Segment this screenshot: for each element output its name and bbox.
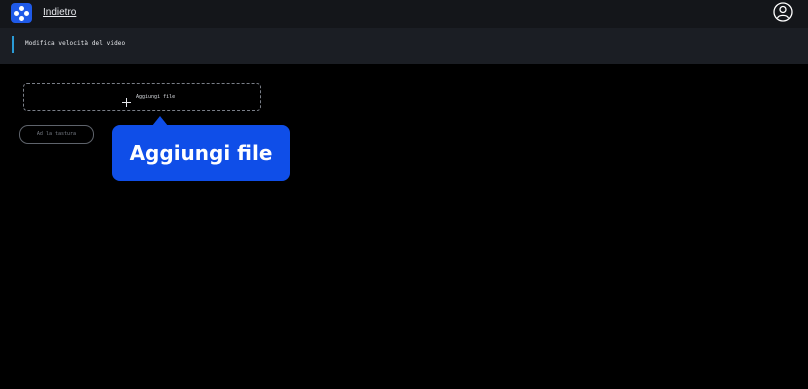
add-file-tooltip: Aggiungi file (112, 125, 290, 181)
page-header: Modifica velocità del video (0, 28, 808, 64)
secondary-button[interactable]: Ad la tastura (19, 125, 94, 144)
plus-icon (122, 92, 131, 107)
back-link[interactable]: Indietro (43, 7, 76, 18)
tooltip-text: Aggiungi file (129, 141, 273, 165)
add-file-dropzone[interactable]: Aggiungi file (23, 83, 261, 111)
user-avatar-icon[interactable] (773, 2, 793, 22)
top-navigation-bar: Indietro (0, 0, 808, 28)
add-file-label: Aggiungi file (136, 94, 176, 100)
page-title: Modifica velocità del video (25, 40, 126, 47)
accent-bar (12, 36, 14, 53)
app-logo-icon[interactable] (11, 3, 32, 23)
